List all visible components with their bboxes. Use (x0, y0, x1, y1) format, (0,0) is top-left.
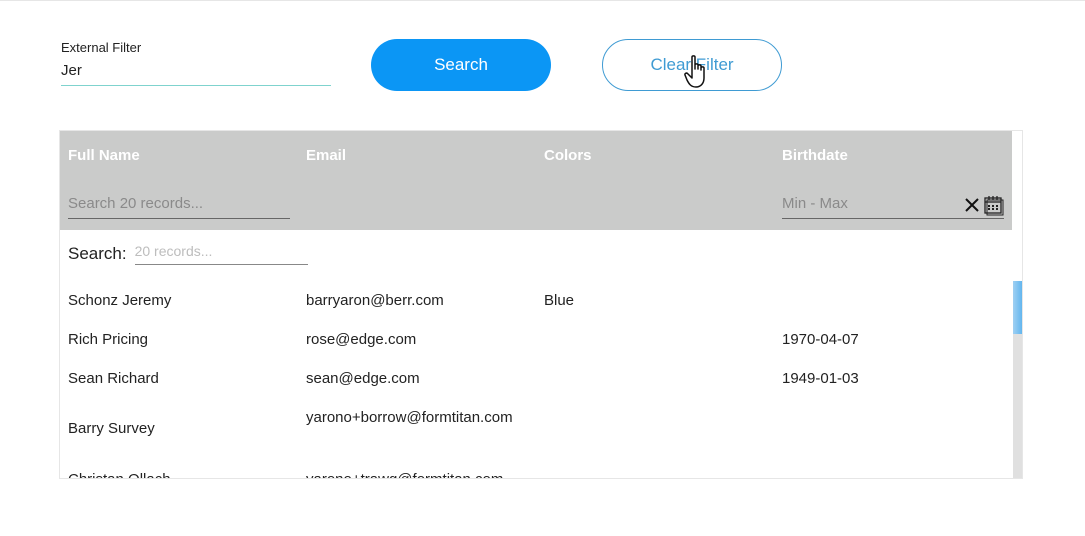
cell-email: rose@edge.com (306, 331, 417, 348)
birthdate-filter (782, 195, 1004, 219)
external-filter-label: External Filter (61, 40, 142, 55)
scrollbar-thumb[interactable] (1013, 281, 1022, 334)
global-search-input[interactable] (134, 243, 308, 265)
column-header-full-name[interactable]: Full Name (68, 147, 140, 164)
cell-full-name: Christan Ollach (68, 468, 288, 478)
clear-icon[interactable] (964, 197, 980, 213)
cell-birthdate: 1970-04-07 (782, 331, 859, 348)
name-filter (68, 195, 290, 219)
vertical-scrollbar[interactable] (1013, 281, 1022, 478)
global-search-label: Search: (68, 244, 127, 263)
column-header-colors[interactable]: Colors (544, 147, 592, 164)
cell-email: barryaron@berr.com (306, 292, 444, 309)
cell-email: sean@edge.com (306, 370, 420, 387)
table-header: Full Name Email Colors Birthdate (60, 131, 1012, 230)
name-filter-input[interactable] (68, 195, 290, 212)
cell-full-name: Sean Richard (68, 370, 159, 387)
cell-birthdate: 1949-01-03 (782, 370, 859, 387)
external-filter: External Filter (61, 40, 331, 86)
clear-filter-button[interactable]: Clear Filter (602, 39, 782, 91)
column-header-birthdate[interactable]: Birthdate (782, 147, 848, 164)
search-button[interactable]: Search (371, 39, 551, 91)
cell-email: yarono+borrow@formtitan.com (306, 409, 513, 426)
column-header-email[interactable]: Email (306, 147, 346, 164)
data-table: Full Name Email Colors Birthdate Search … (59, 130, 1023, 479)
calendar-icon[interactable] (982, 194, 1004, 216)
external-filter-input[interactable] (61, 62, 331, 86)
cell-colors: Blue (544, 292, 575, 309)
global-search: Search: (68, 243, 308, 265)
cell-full-name: Barry Survey (68, 420, 155, 437)
birthdate-filter-input[interactable] (782, 195, 942, 212)
top-divider (0, 0, 1085, 1)
cell-email: yarono+trawg@formtitan.com (306, 468, 526, 478)
cell-full-name: Schonz Jeremy (68, 292, 172, 309)
cell-full-name: Rich Pricing (68, 331, 149, 348)
